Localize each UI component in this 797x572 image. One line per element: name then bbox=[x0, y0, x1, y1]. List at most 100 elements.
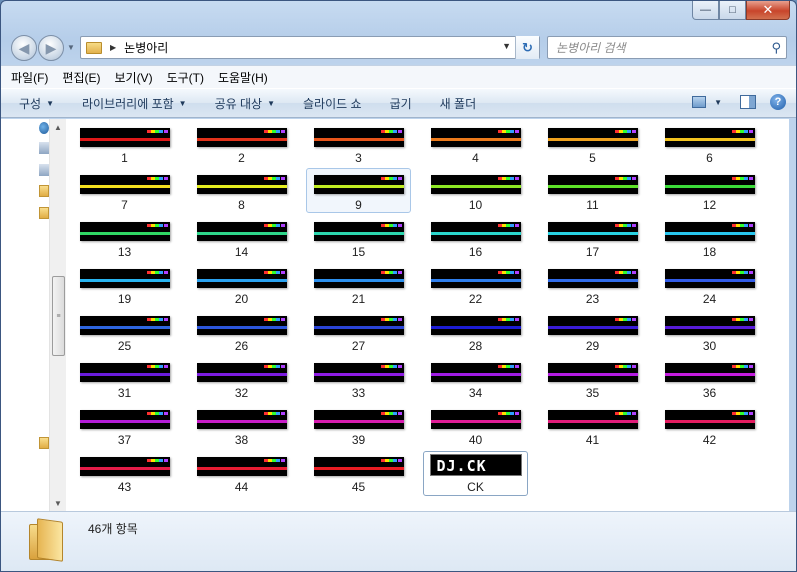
file-item[interactable]: 5 bbox=[540, 121, 645, 166]
change-view-icon[interactable] bbox=[692, 96, 707, 108]
menu-edit[interactable]: 편집(E) bbox=[62, 69, 100, 86]
back-arrow-icon[interactable]: ◀ bbox=[11, 35, 37, 61]
file-item[interactable]: 12 bbox=[657, 168, 762, 213]
file-item[interactable]: 26 bbox=[189, 309, 294, 354]
file-item[interactable]: 6 bbox=[657, 121, 762, 166]
menu-view[interactable]: 보기(V) bbox=[114, 69, 152, 86]
color-bar bbox=[547, 373, 638, 376]
file-item[interactable]: 20 bbox=[189, 262, 294, 307]
file-item[interactable]: 23 bbox=[540, 262, 645, 307]
file-item[interactable]: 33 bbox=[306, 356, 411, 401]
file-item[interactable]: 21 bbox=[306, 262, 411, 307]
menu-tools[interactable]: 도구(T) bbox=[167, 69, 204, 86]
file-item[interactable]: 43 bbox=[72, 450, 177, 495]
file-item[interactable]: 30 bbox=[657, 309, 762, 354]
organize-button[interactable]: 구성 ▼ bbox=[19, 95, 54, 112]
image-thumbnail bbox=[664, 269, 755, 288]
file-item[interactable]: 2 bbox=[189, 121, 294, 166]
file-item[interactable]: 13 bbox=[72, 215, 177, 260]
file-item[interactable]: 19 bbox=[72, 262, 177, 307]
menu-file[interactable]: 파일(F) bbox=[11, 69, 48, 86]
file-item[interactable]: 34 bbox=[423, 356, 528, 401]
close-button[interactable]: ✕ bbox=[746, 1, 790, 20]
file-item[interactable]: 25 bbox=[72, 309, 177, 354]
file-name: 39 bbox=[351, 433, 366, 447]
file-item[interactable]: 9 bbox=[306, 168, 411, 213]
new-folder-button[interactable]: 새 폴더 bbox=[440, 95, 476, 112]
file-name: 15 bbox=[351, 245, 366, 259]
search-input[interactable]: 논병아리 검색 ⚲ bbox=[547, 36, 787, 59]
address-bar[interactable]: ▶ 논병아리 ▼ ↻ bbox=[80, 36, 540, 59]
help-icon[interactable]: ? bbox=[770, 94, 786, 110]
file-item[interactable]: 35 bbox=[540, 356, 645, 401]
refresh-icon[interactable]: ↻ bbox=[515, 36, 539, 59]
file-item[interactable]: 27 bbox=[306, 309, 411, 354]
file-name: 26 bbox=[234, 339, 249, 353]
file-item[interactable]: 24 bbox=[657, 262, 762, 307]
minimize-button[interactable]: — bbox=[692, 1, 719, 20]
menu-help[interactable]: 도움말(H) bbox=[218, 69, 268, 86]
file-item[interactable]: 37 bbox=[72, 403, 177, 448]
nav-pane-scrollbar[interactable]: ▲ ≡ ▼ bbox=[49, 119, 66, 511]
breadcrumb-folder[interactable]: 논병아리 bbox=[124, 39, 168, 56]
chevron-down-icon: ▼ bbox=[178, 98, 187, 108]
file-name: 22 bbox=[468, 292, 483, 306]
scroll-down-icon[interactable]: ▼ bbox=[50, 495, 66, 511]
burn-button[interactable]: 굽기 bbox=[390, 95, 412, 112]
file-item[interactable]: 14 bbox=[189, 215, 294, 260]
file-item[interactable]: 18 bbox=[657, 215, 762, 260]
folder-icon[interactable] bbox=[39, 207, 49, 219]
network-globe-icon[interactable] bbox=[39, 122, 49, 134]
scrollbar-thumb[interactable]: ≡ bbox=[52, 276, 65, 356]
file-item[interactable]: 29 bbox=[540, 309, 645, 354]
drive-icon[interactable] bbox=[39, 142, 49, 154]
file-item[interactable]: 38 bbox=[189, 403, 294, 448]
file-item[interactable]: 45 bbox=[306, 450, 411, 495]
breadcrumb-arrow-icon[interactable]: ▶ bbox=[110, 43, 116, 52]
file-item[interactable]: 31 bbox=[72, 356, 177, 401]
drive-icon[interactable] bbox=[39, 164, 49, 176]
file-item[interactable]: DJ.CK CK bbox=[423, 451, 528, 496]
maximize-button[interactable]: □ bbox=[719, 1, 746, 20]
file-item[interactable]: 3 bbox=[306, 121, 411, 166]
file-item[interactable]: 7 bbox=[72, 168, 177, 213]
view-dropdown-icon[interactable]: ▼ bbox=[714, 98, 722, 107]
file-item[interactable]: 44 bbox=[189, 450, 294, 495]
slideshow-button[interactable]: 슬라이드 쇼 bbox=[303, 95, 362, 112]
image-thumbnail bbox=[79, 222, 170, 241]
forward-arrow-icon[interactable]: ▶ bbox=[38, 35, 64, 61]
folder-icon[interactable] bbox=[39, 437, 49, 449]
file-item[interactable]: 36 bbox=[657, 356, 762, 401]
file-item[interactable]: 17 bbox=[540, 215, 645, 260]
file-item[interactable]: 10 bbox=[423, 168, 528, 213]
file-item[interactable]: 39 bbox=[306, 403, 411, 448]
image-thumbnail bbox=[547, 363, 638, 382]
file-item[interactable]: 15 bbox=[306, 215, 411, 260]
share-with-button[interactable]: 공유 대상 ▼ bbox=[215, 95, 275, 112]
file-item[interactable]: 32 bbox=[189, 356, 294, 401]
file-item[interactable]: 41 bbox=[540, 403, 645, 448]
file-item[interactable]: 40 bbox=[423, 403, 528, 448]
address-dropdown-icon[interactable]: ▼ bbox=[502, 41, 511, 51]
history-dropdown-icon[interactable]: ▼ bbox=[67, 43, 75, 52]
folder-icon[interactable] bbox=[39, 185, 49, 197]
color-bar bbox=[430, 420, 521, 423]
file-item[interactable]: 8 bbox=[189, 168, 294, 213]
preview-pane-icon[interactable] bbox=[740, 95, 756, 109]
folder-icon bbox=[86, 41, 102, 54]
file-item[interactable]: 16 bbox=[423, 215, 528, 260]
scroll-up-icon[interactable]: ▲ bbox=[50, 119, 66, 135]
color-bar bbox=[664, 326, 755, 329]
image-thumbnail bbox=[547, 316, 638, 335]
file-item[interactable]: 22 bbox=[423, 262, 528, 307]
file-item[interactable]: 11 bbox=[540, 168, 645, 213]
file-item[interactable]: 4 bbox=[423, 121, 528, 166]
search-icon[interactable]: ⚲ bbox=[771, 40, 781, 56]
image-thumbnail bbox=[79, 316, 170, 335]
file-item[interactable]: 42 bbox=[657, 403, 762, 448]
include-in-library-button[interactable]: 라이브러리에 포함 ▼ bbox=[82, 95, 187, 112]
file-item[interactable]: 28 bbox=[423, 309, 528, 354]
image-thumbnail bbox=[79, 410, 170, 429]
color-bar bbox=[430, 232, 521, 235]
file-item[interactable]: 1 bbox=[72, 121, 177, 166]
